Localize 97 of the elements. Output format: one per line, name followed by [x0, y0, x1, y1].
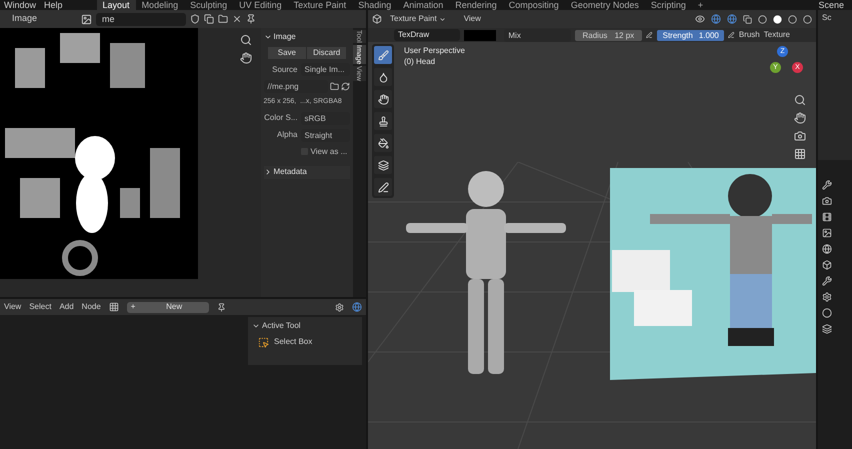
grid-icon[interactable]	[794, 148, 806, 160]
dropdown-field[interactable]: Single Im...	[300, 63, 350, 76]
menu-item[interactable]: View	[4, 301, 22, 313]
annotate-tool-icon[interactable]	[374, 178, 392, 196]
panel-header[interactable]: Image	[264, 31, 350, 43]
menu-item[interactable]: Add	[59, 301, 74, 313]
chevron-icon	[252, 322, 260, 330]
workspace-tab[interactable]: Texture Paint	[288, 0, 352, 10]
hand-icon[interactable]	[240, 52, 252, 64]
draw-tool-icon[interactable]	[374, 46, 392, 64]
properties-tab-icon[interactable]	[822, 244, 832, 254]
close-icon[interactable]	[232, 14, 242, 24]
menu-item[interactable]: Texture	[764, 29, 790, 41]
smear-tool-icon[interactable]	[374, 90, 392, 108]
brush-field[interactable]: TexDraw	[394, 29, 460, 41]
tool-name: Select Box	[274, 336, 312, 348]
editor-type-icon[interactable]	[372, 14, 382, 24]
workspace-tab[interactable]: Sculpting	[184, 0, 234, 10]
scene-selector[interactable]: Scene	[814, 0, 852, 10]
panel-button[interactable]: Save	[268, 47, 306, 59]
mask-tool-icon[interactable]	[374, 156, 392, 174]
menu-item[interactable]: Brush	[738, 29, 760, 41]
workspace-tab[interactable]: Modeling	[136, 0, 184, 10]
properties-tab-icon[interactable]	[822, 324, 832, 334]
workspace-tab[interactable]: Animation	[397, 0, 450, 10]
select-box-icon[interactable]	[258, 336, 269, 348]
viewport-info-text: (0) Head	[404, 56, 436, 67]
pin-icon[interactable]	[246, 14, 256, 24]
slider-value: 1.000	[698, 30, 719, 40]
properties-tab-icon[interactable]	[822, 292, 832, 302]
mode-dropdown[interactable]: Texture Paint	[388, 13, 448, 25]
properties-tab-icon[interactable]	[822, 196, 832, 206]
menu-item[interactable]: View	[454, 13, 481, 25]
workspace-tab[interactable]: UV Editing	[233, 0, 288, 10]
zoom-icon[interactable]	[240, 34, 252, 46]
slider-label: Strength	[662, 30, 693, 40]
panel-header[interactable]: Metadata	[264, 166, 350, 178]
menu-item[interactable]: Node	[82, 301, 101, 313]
color-swatch[interactable]	[464, 30, 496, 40]
fill-tool-icon[interactable]	[374, 134, 392, 152]
panel-header[interactable]: Active Tool	[252, 320, 358, 332]
panel-title: Metadata	[274, 166, 307, 178]
properties-tab-icon[interactable]	[822, 180, 832, 190]
workspace-tab[interactable]: Compositing	[502, 0, 565, 10]
hand-icon[interactable]	[794, 112, 806, 124]
panel-button[interactable]: Discard	[307, 47, 346, 59]
pressure-icon[interactable]	[646, 31, 653, 39]
field-label: Alpha	[276, 129, 298, 141]
checker-icon[interactable]	[108, 302, 119, 312]
field-label: Source	[271, 64, 298, 76]
image-name-field[interactable]: me	[96, 12, 186, 26]
dropdown-field[interactable]: Straight	[300, 128, 350, 142]
outliner-item[interactable]: Sc	[822, 13, 832, 22]
menu-item[interactable]: Select	[29, 301, 52, 313]
add-button[interactable]: +	[126, 301, 140, 313]
menu-item[interactable]: Image	[2, 12, 78, 26]
shield-icon[interactable]	[190, 14, 200, 24]
visibility-icon[interactable]	[695, 14, 705, 24]
folder-icon[interactable]	[330, 82, 339, 91]
reload-icon[interactable]	[341, 82, 350, 91]
field-label: Color S...	[264, 112, 298, 124]
solid-shading-icon[interactable]	[773, 14, 782, 24]
image-icon[interactable]	[81, 14, 92, 24]
checkbox-label: View as ...	[310, 146, 348, 158]
workspace-tab[interactable]: Shading	[352, 0, 398, 10]
properties-tab-icon[interactable]	[822, 260, 832, 270]
settings-icon[interactable]	[335, 302, 344, 312]
pressure-icon[interactable]	[728, 31, 735, 39]
folder-icon[interactable]	[218, 14, 228, 24]
properties-tab-icon[interactable]	[822, 228, 832, 238]
radius-field[interactable]: Radius 12 px	[574, 30, 642, 40]
pin-icon[interactable]	[216, 302, 226, 312]
workspace-tab[interactable]: Scripting	[644, 0, 692, 10]
properties-tab-icon[interactable]	[822, 212, 832, 222]
add-workspace-tab[interactable]: +	[692, 0, 710, 10]
zoom-icon[interactable]	[794, 94, 806, 106]
menu-item[interactable]: Help	[40, 0, 67, 10]
filepath-field[interactable]: //me.png	[264, 80, 328, 93]
new-button[interactable]: New	[139, 301, 209, 313]
workspace-tab[interactable]: Geometry Nodes	[564, 0, 645, 10]
properties-tab-icon[interactable]	[822, 276, 832, 286]
clone-tool-icon[interactable]	[374, 112, 392, 130]
workspace-tab[interactable]: Layout	[96, 0, 136, 10]
properties-tab-icon[interactable]	[822, 308, 832, 318]
blend-dropdown[interactable]: Mix	[504, 28, 570, 42]
camera-icon[interactable]	[794, 130, 806, 142]
workspace-tab[interactable]: Rendering	[449, 0, 503, 10]
soften-tool-icon[interactable]	[374, 68, 392, 86]
panel-title: Active Tool	[262, 320, 301, 332]
menu-item[interactable]: Window	[0, 0, 40, 10]
duplicate-icon[interactable]	[204, 14, 214, 24]
chevron-icon	[264, 33, 272, 41]
viewport-info-text: User Perspective	[404, 45, 465, 56]
panel-title: Image	[274, 31, 296, 43]
dropdown-field[interactable]: sRGB	[300, 112, 350, 124]
chevron-icon	[438, 16, 446, 22]
strength-slider[interactable]: Strength 1.000	[656, 30, 724, 40]
